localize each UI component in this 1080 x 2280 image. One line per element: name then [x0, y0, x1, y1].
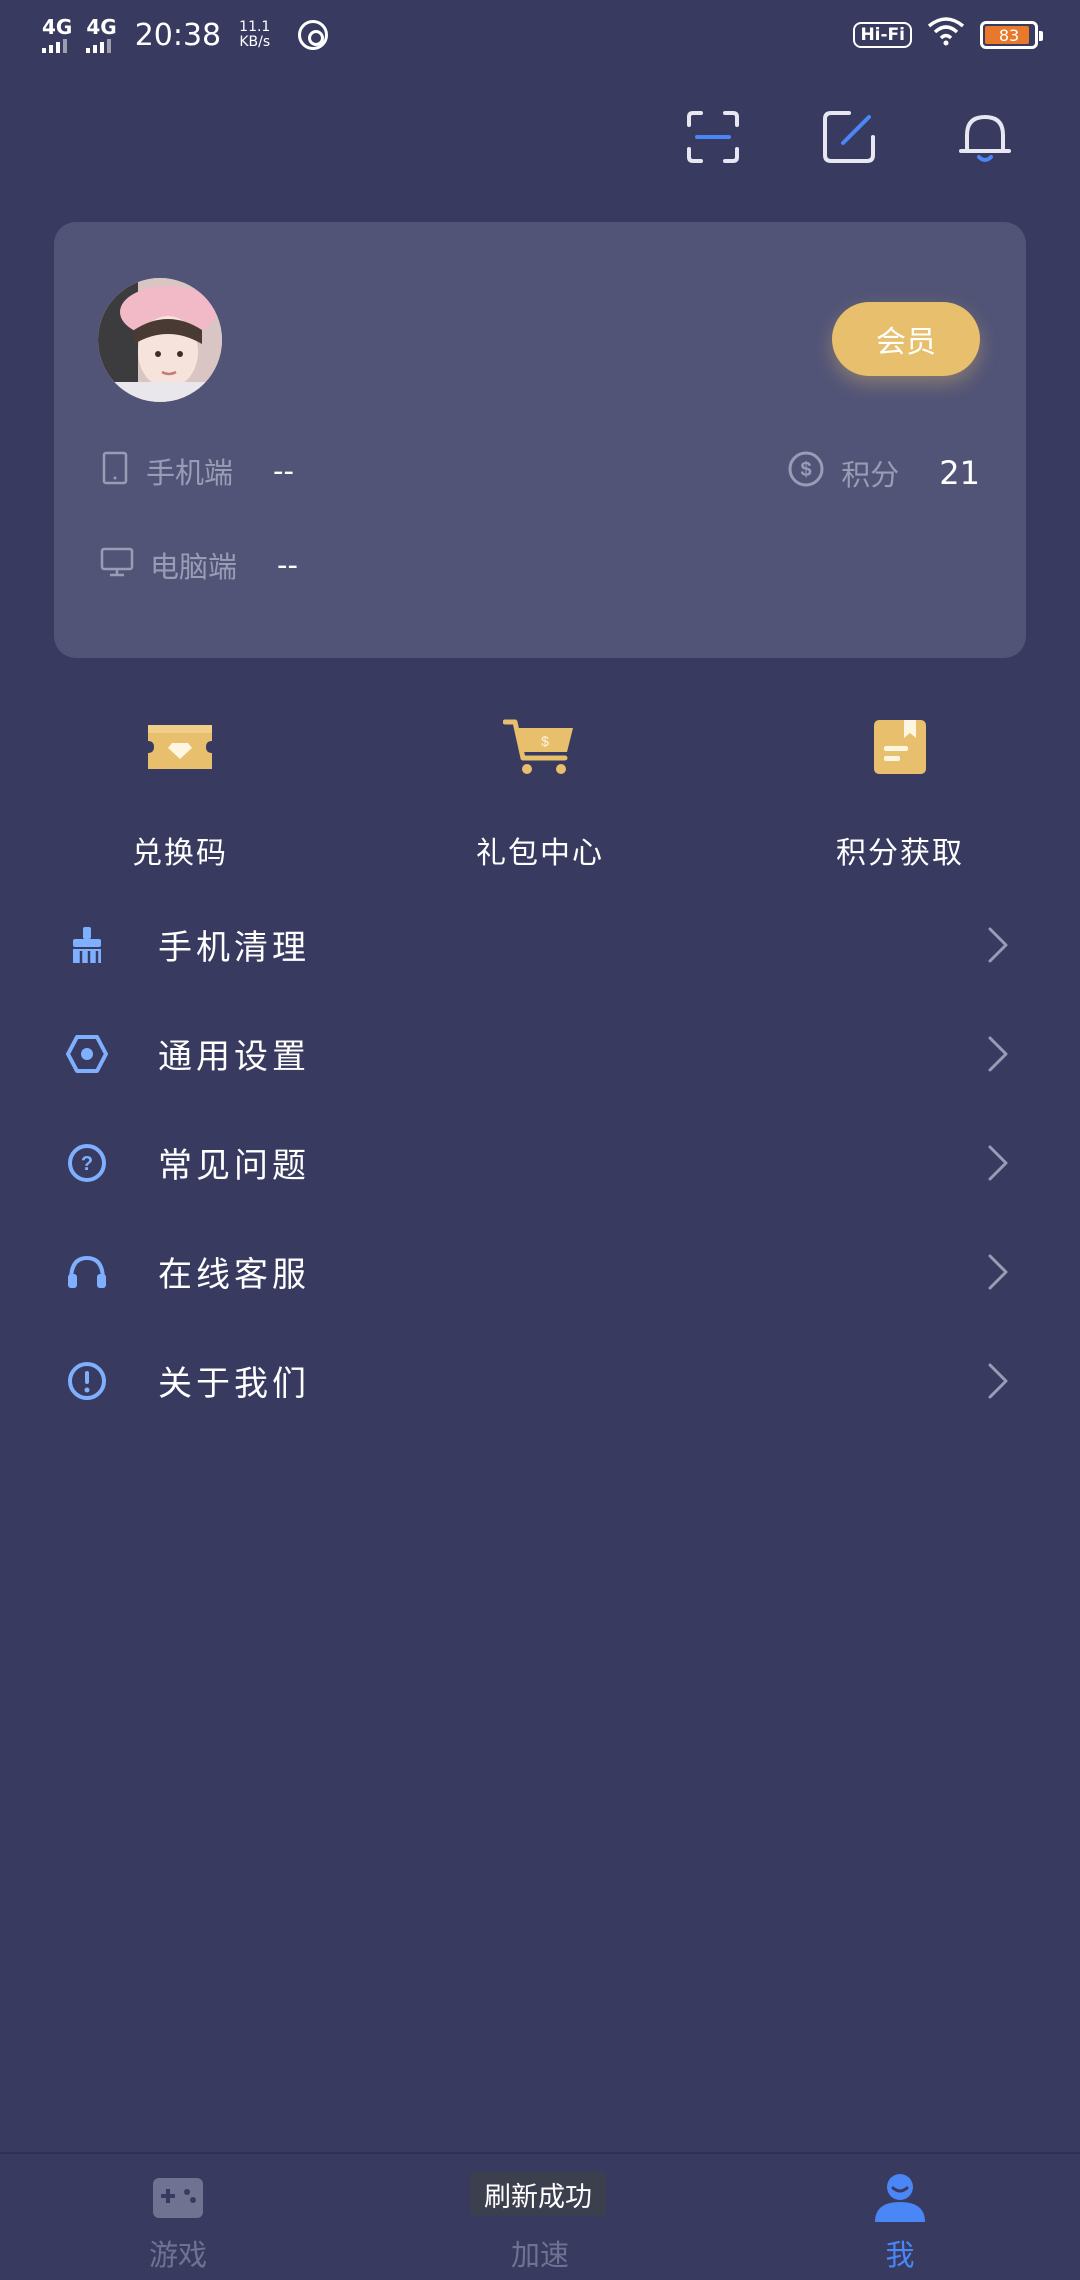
phone-label: 手机端 [146, 456, 234, 490]
gamepad-icon [150, 2172, 206, 2224]
monitor-icon [100, 546, 134, 585]
signal-2: 4G [86, 15, 117, 53]
quick-actions: 兑换码 $ 礼包中心 积分获取 [0, 712, 1080, 872]
wifi-icon [926, 16, 966, 54]
question-icon: ? [66, 1142, 108, 1184]
signal-bars-icon [42, 39, 67, 53]
points-value: 21 [939, 453, 980, 492]
scan-icon[interactable] [684, 108, 742, 166]
top-actions [684, 108, 1014, 166]
menu-item-label: 关于我们 [158, 1364, 310, 1404]
avatar[interactable] [98, 278, 222, 402]
nav-label: 游戏 [148, 2238, 207, 2272]
points-label: 积分 [841, 457, 900, 492]
svg-text:$: $ [801, 459, 812, 481]
nav-label: 我 [885, 2238, 915, 2272]
pc-label: 电脑端 [150, 550, 238, 584]
edit-icon[interactable] [820, 108, 878, 166]
redeem-code-label: 兑换码 [132, 836, 228, 871]
svg-text:?: ? [81, 1153, 93, 1175]
network-speed: 11.1 KB/s [239, 20, 270, 49]
status-time: 20:38 [134, 17, 222, 53]
ticket-icon [140, 712, 220, 782]
menu-item-label: 常见问题 [158, 1146, 310, 1186]
chevron-right-icon [982, 1360, 1014, 1402]
signal-1: 4G [42, 17, 72, 53]
menu-item-label: 在线客服 [158, 1255, 310, 1295]
menu-item-phone-clean[interactable]: 手机清理 [0, 890, 1080, 999]
svg-text:$: $ [541, 733, 549, 749]
menu-item-customer-service[interactable]: 在线客服 [0, 1217, 1080, 1326]
nav-tab-me[interactable]: 我 [800, 2172, 1000, 2274]
notebook-icon [860, 712, 940, 782]
nav-label: 加速 [510, 2238, 569, 2272]
info-icon [66, 1360, 108, 1402]
speed-unit: KB/s [239, 34, 271, 50]
coin-icon: $ [787, 450, 825, 495]
gift-center-label: 礼包中心 [476, 836, 604, 871]
toast-message: 刷新成功 [470, 2172, 606, 2216]
status-left: 4G 4G 20:38 11.1 KB/s [42, 15, 329, 53]
nav-tab-games[interactable]: 游戏 [78, 2172, 278, 2274]
earn-points-label: 积分获取 [836, 836, 964, 871]
speed-value: 11.1 [239, 19, 271, 36]
network-label-1: 4G [42, 15, 73, 39]
phone-value: -- [273, 454, 294, 488]
points-row[interactable]: $ 积分 21 [787, 450, 980, 495]
redeem-code-button[interactable]: 兑换码 [60, 712, 300, 872]
network-label-2: 4G [86, 15, 117, 39]
menu-item-label: 手机清理 [158, 928, 310, 968]
bell-icon[interactable] [956, 108, 1014, 166]
settings-menu: 手机清理 通用设置 ? 常见问题 在线客服 关于我们 [0, 890, 1080, 1435]
profile-card: 会员 手机端 -- 电脑端 -- $ 积分 21 [54, 222, 1026, 658]
menu-item-faq[interactable]: ? 常见问题 [0, 1108, 1080, 1217]
earn-points-button[interactable]: 积分获取 [780, 712, 1020, 872]
phone-icon [100, 451, 130, 492]
status-bar: 4G 4G 20:38 11.1 KB/s Hi-Fi 83 [0, 0, 1080, 70]
gift-center-button[interactable]: $ 礼包中心 [420, 712, 660, 872]
chevron-right-icon [982, 924, 1014, 966]
battery-icon: 83 [980, 21, 1043, 49]
menu-item-general-settings[interactable]: 通用设置 [0, 999, 1080, 1108]
broom-icon [66, 924, 108, 966]
menu-item-label: 通用设置 [158, 1037, 310, 1077]
chevron-right-icon [982, 1033, 1014, 1075]
settings-icon [66, 1033, 108, 1075]
headset-icon [66, 1251, 108, 1293]
menu-item-about-us[interactable]: 关于我们 [0, 1326, 1080, 1435]
chevron-right-icon [982, 1142, 1014, 1184]
battery-level: 83 [998, 25, 1020, 45]
vip-button[interactable]: 会员 [832, 302, 980, 376]
pc-value: -- [277, 548, 298, 582]
chevron-right-icon [982, 1251, 1014, 1293]
music-app-icon [298, 20, 329, 50]
status-right: Hi-Fi 83 [853, 16, 1043, 54]
pc-row: 电脑端 -- [100, 544, 298, 586]
signal-bars-icon [86, 39, 112, 53]
cart-icon: $ [500, 712, 580, 782]
hifi-badge: Hi-Fi [853, 22, 912, 48]
phone-row: 手机端 -- [100, 450, 294, 492]
user-icon [872, 2172, 928, 2224]
